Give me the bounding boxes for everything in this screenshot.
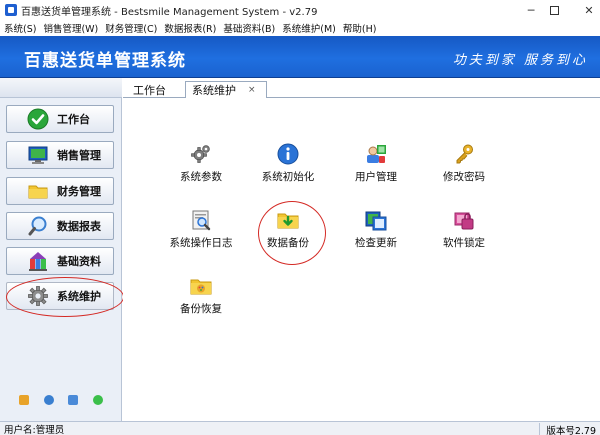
sidebar-bottom-toolbar: [0, 392, 122, 408]
status-bar: 用户名:管理员 版本号2.79: [0, 421, 600, 435]
tool-change-password[interactable]: 修改密码: [424, 143, 504, 183]
tab-system-maintenance[interactable]: 系统维护 ×: [185, 81, 267, 99]
gears-icon: [190, 143, 212, 165]
monitor-icon: [27, 144, 49, 166]
tool-label: 修改密码: [443, 171, 485, 183]
tool-software-lock[interactable]: 软件锁定: [424, 209, 504, 249]
tool-label: 检查更新: [355, 237, 397, 249]
info-icon: [277, 143, 299, 165]
sidebar-item-label: 基础资料: [57, 255, 101, 268]
maximize-icon: [549, 5, 559, 15]
check-circle-icon: [27, 108, 49, 130]
users-icon: [365, 143, 387, 165]
tool-label: 系统初始化: [261, 171, 315, 183]
tool-user-management[interactable]: 用户管理: [336, 143, 416, 183]
folder-icon: [27, 180, 49, 202]
refresh-icon[interactable]: [92, 395, 103, 405]
window-title: 百惠送货单管理系统 - Bestsmile Management System …: [21, 6, 318, 18]
tab-close-icon[interactable]: ×: [248, 85, 256, 95]
menu-reports[interactable]: 数据报表(R): [164, 21, 216, 35]
menu-help[interactable]: 帮助(H): [343, 21, 377, 35]
tool-operation-log[interactable]: 系统操作日志: [161, 209, 241, 249]
magnifier-icon: [27, 215, 49, 237]
screen-icon[interactable]: [68, 395, 79, 405]
sidebar-item-sales[interactable]: 销售管理: [6, 141, 114, 169]
tool-backup-restore[interactable]: 备份恢复: [161, 275, 241, 315]
note-icon[interactable]: [19, 395, 30, 405]
tab-label: 系统维护: [192, 84, 236, 97]
highlight-ring-data-backup: [258, 201, 326, 265]
update-icon: [365, 209, 387, 231]
status-user: 用户名:管理员: [4, 424, 65, 435]
tool-panel: 系统参数 系统初始化 用户管理 修改密码 系统操作日志 数据备份 检查更新 软件…: [123, 98, 600, 421]
tool-system-init[interactable]: 系统初始化: [248, 143, 328, 183]
menu-bar: 系统(S) 销售管理(W) 财务管理(C) 数据报表(R) 基础资料(B) 系统…: [0, 20, 600, 36]
sidebar-item-basic-data[interactable]: 基础资料: [6, 247, 114, 275]
tool-system-params[interactable]: 系统参数: [161, 143, 241, 183]
title-bar: 百惠送货单管理系统 - Bestsmile Management System …: [0, 0, 600, 20]
tool-label: 系统操作日志: [169, 237, 233, 249]
menu-finance[interactable]: 财务管理(C): [105, 21, 157, 35]
sidebar-item-label: 财务管理: [57, 185, 101, 198]
sidebar-item-label: 销售管理: [57, 149, 101, 162]
sidebar-item-label: 工作台: [57, 113, 90, 126]
status-version: 版本号2.79: [539, 423, 596, 435]
app-name: 百惠送货单管理系统: [24, 51, 186, 71]
clock-icon[interactable]: [43, 395, 54, 405]
sidebar-item-finance[interactable]: 财务管理: [6, 177, 114, 205]
tool-label: 系统参数: [180, 171, 222, 183]
sidebar-item-label: 数据报表: [57, 220, 101, 233]
menu-maintenance[interactable]: 系统维护(M): [282, 21, 336, 35]
menu-sales[interactable]: 销售管理(W): [43, 21, 98, 35]
lock-icon: [453, 209, 475, 231]
tab-strip: 工作台 系统维护 ×: [123, 78, 600, 99]
menu-system[interactable]: 系统(S): [4, 21, 36, 35]
sidebar: 工作台 销售管理 财务管理 数据报表 基础资料 系统维护: [0, 78, 124, 421]
log-search-icon: [190, 209, 212, 231]
tool-check-update[interactable]: 检查更新: [336, 209, 416, 249]
app-icon: [5, 4, 17, 16]
folder-restore-icon: [190, 275, 212, 297]
tool-label: 用户管理: [355, 171, 397, 183]
sidebar-item-reports[interactable]: 数据报表: [6, 212, 114, 240]
sidebar-item-workbench[interactable]: 工作台: [6, 105, 114, 133]
tool-label: 软件锁定: [443, 237, 485, 249]
highlight-ring-maintenance: [6, 277, 124, 317]
header-banner: 百惠送货单管理系统 功夫到家 服务到心: [0, 36, 600, 78]
key-icon: [453, 143, 475, 165]
building-blocks-icon: [27, 250, 49, 272]
close-button[interactable]: ✕: [566, 0, 600, 20]
menu-basic-data[interactable]: 基础资料(B): [223, 21, 275, 35]
tab-workbench[interactable]: 工作台: [127, 81, 172, 98]
tool-label: 备份恢复: [180, 303, 222, 315]
slogan: 功夫到家 服务到心: [452, 53, 588, 68]
sidebar-header: [0, 78, 122, 98]
